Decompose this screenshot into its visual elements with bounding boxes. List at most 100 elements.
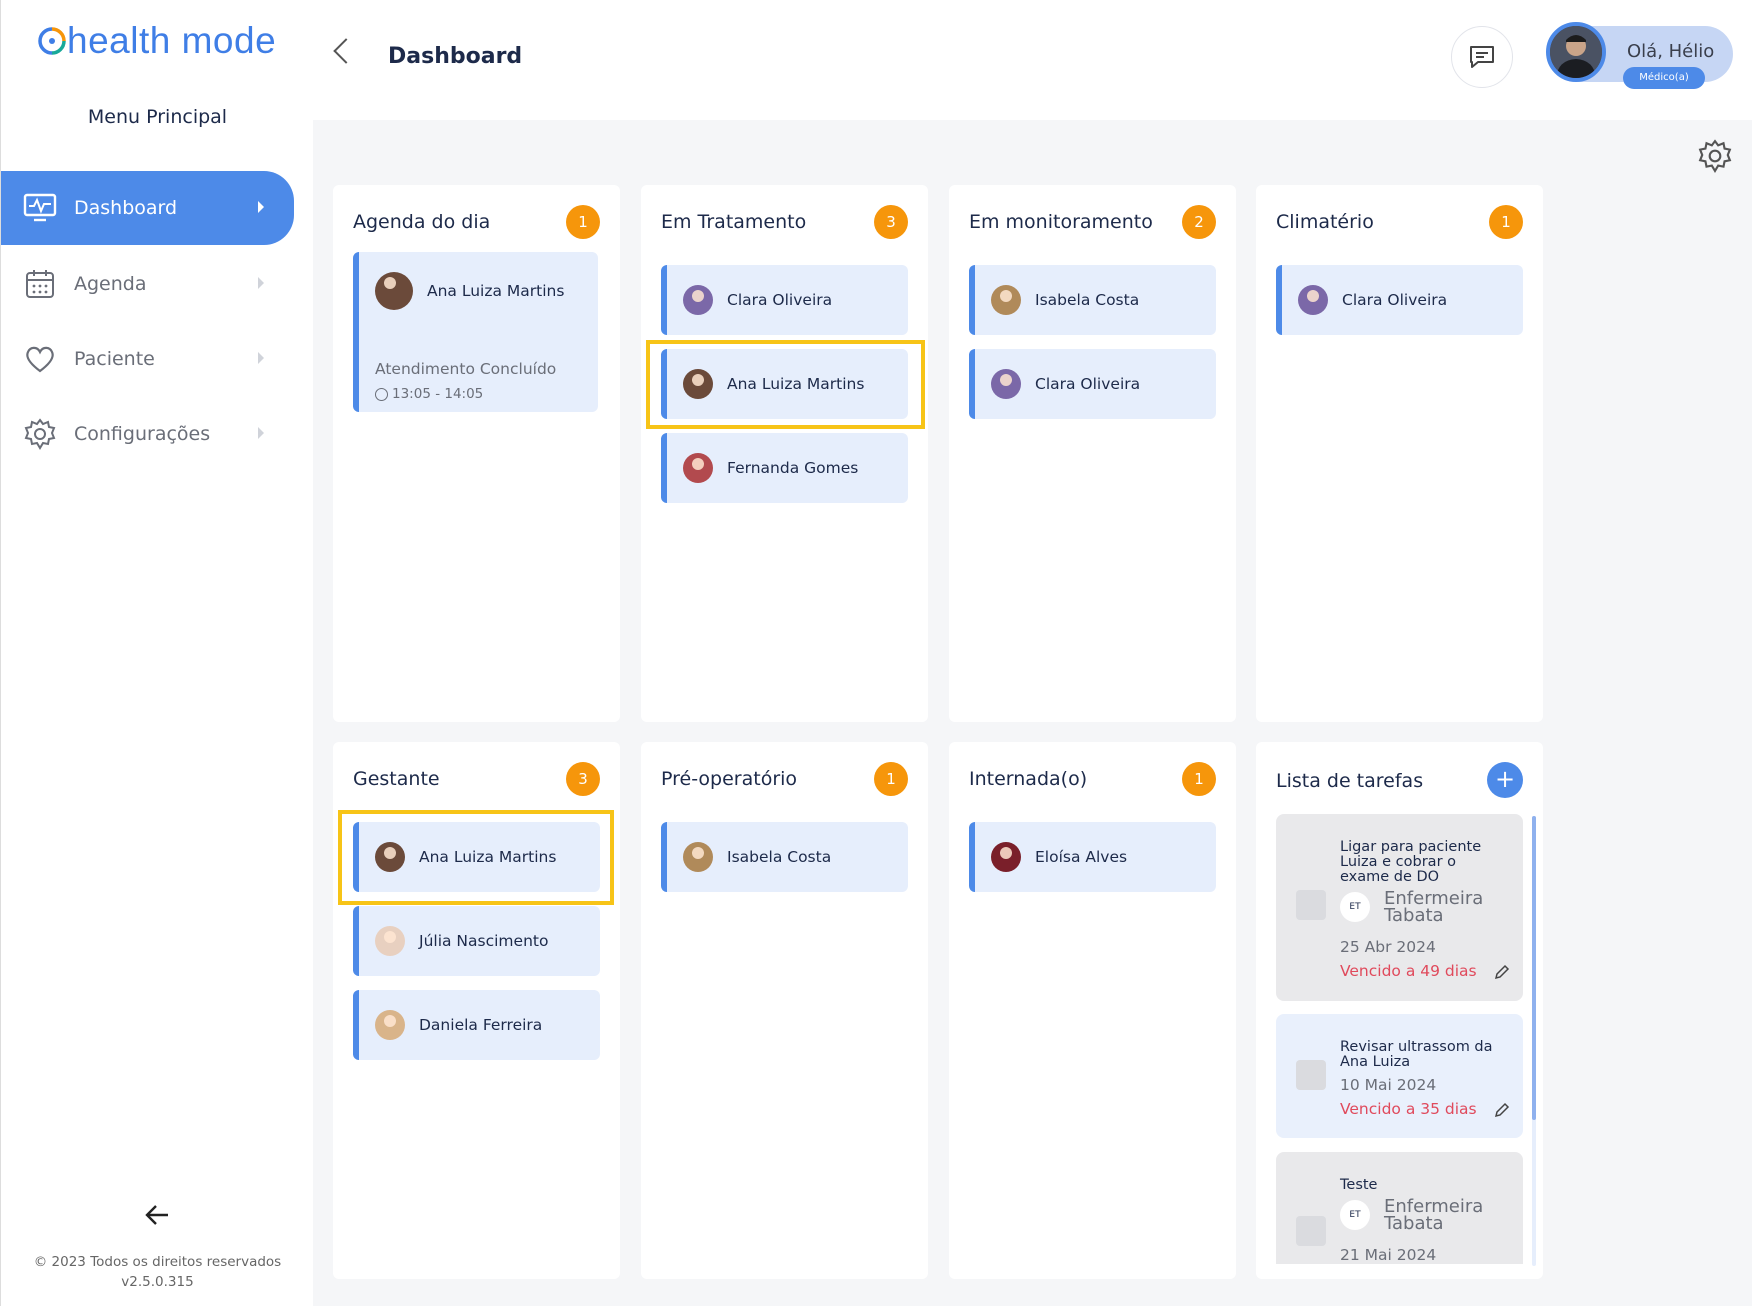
assignee-name: Enfermeira Tabata bbox=[1384, 1196, 1484, 1234]
board-title: Internada(o) bbox=[969, 768, 1088, 790]
logo-mark-icon bbox=[38, 27, 66, 55]
version-text: v2.5.0.315 bbox=[121, 1274, 194, 1290]
board-climaterio: Climatério 1 Clara Oliveira bbox=[1256, 185, 1543, 722]
highlight-box bbox=[338, 810, 614, 905]
chevron-right-icon bbox=[258, 201, 264, 213]
chat-button[interactable] bbox=[1451, 26, 1513, 88]
patient-card[interactable]: Clara Oliveira bbox=[661, 265, 908, 335]
edit-icon[interactable] bbox=[1494, 1102, 1510, 1118]
task-date: 21 Mai 2024 bbox=[1340, 1246, 1437, 1264]
sidebar-item-configuracoes[interactable]: Configurações bbox=[1, 397, 294, 471]
patient-card[interactable]: Fernanda Gomes bbox=[661, 433, 908, 503]
avatar bbox=[991, 369, 1021, 399]
board-internada: Internada(o) 1 Eloísa Alves bbox=[949, 742, 1236, 1279]
count-badge: 1 bbox=[1182, 762, 1216, 796]
count-badge: 2 bbox=[1182, 205, 1216, 239]
patient-card[interactable]: Júlia Nascimento bbox=[353, 906, 600, 976]
board-title: Agenda do dia bbox=[353, 211, 491, 233]
patient-name: Ana Luiza Martins bbox=[427, 282, 565, 300]
highlight-box bbox=[646, 340, 925, 429]
patient-name: Eloísa Alves bbox=[1035, 848, 1128, 866]
task-list-scrollbar[interactable] bbox=[1532, 816, 1536, 1266]
back-icon[interactable] bbox=[333, 38, 359, 64]
monitor-icon bbox=[23, 191, 57, 225]
patient-name: Isabela Costa bbox=[1035, 291, 1140, 309]
task-title: Revisar ultrassom da Ana Luiza bbox=[1340, 1039, 1493, 1070]
task-title: Teste bbox=[1340, 1177, 1378, 1193]
logo-text: health mode bbox=[67, 20, 277, 61]
task-list[interactable]: Ligar para paciente Luiza e cobrar o exa… bbox=[1276, 814, 1528, 1264]
task-item[interactable]: Ligar para paciente Luiza e cobrar o exa… bbox=[1276, 814, 1523, 1001]
patient-card[interactable]: Daniela Ferreira bbox=[353, 990, 600, 1060]
appointment-card[interactable]: Ana Luiza Martins Atendimento Concluído … bbox=[353, 252, 598, 412]
count-badge: 3 bbox=[566, 762, 600, 796]
avatar bbox=[375, 272, 413, 310]
patient-name: Fernanda Gomes bbox=[727, 459, 859, 477]
task-title: Ligar para paciente Luiza e cobrar o exa… bbox=[1340, 839, 1482, 885]
task-date: 25 Abr 2024 bbox=[1340, 938, 1436, 956]
collapse-sidebar-icon[interactable] bbox=[144, 1200, 170, 1233]
patient-card[interactable]: Eloísa Alves bbox=[969, 822, 1216, 892]
board-agenda-do-dia: Agenda do dia 1 Ana Luiza Martins Atendi… bbox=[333, 185, 620, 722]
task-item[interactable]: Revisar ultrassom da Ana Luiza 10 Mai 20… bbox=[1276, 1014, 1523, 1138]
board-title: Em monitoramento bbox=[969, 211, 1153, 233]
patient-card[interactable]: Clara Oliveira bbox=[1276, 265, 1523, 335]
task-item[interactable]: Teste ET Enfermeira Tabata 21 Mai 2024 bbox=[1276, 1152, 1523, 1264]
count-badge: 1 bbox=[566, 205, 600, 239]
patient-card[interactable]: Isabela Costa bbox=[661, 822, 908, 892]
board-lista-de-tarefas: Lista de tarefas + Ligar para paciente L… bbox=[1256, 742, 1543, 1279]
count-badge: 1 bbox=[1489, 205, 1523, 239]
add-task-button[interactable]: + bbox=[1487, 762, 1523, 798]
page-title: Dashboard bbox=[388, 44, 523, 69]
gear-icon bbox=[23, 417, 57, 451]
sidebar-item-paciente[interactable]: Paciente bbox=[1, 322, 294, 396]
task-checkbox[interactable] bbox=[1296, 1060, 1326, 1090]
avatar bbox=[991, 285, 1021, 315]
avatar bbox=[375, 926, 405, 956]
avatar bbox=[683, 842, 713, 872]
sidebar-item-label: Agenda bbox=[74, 273, 147, 295]
task-checkbox[interactable] bbox=[1296, 1216, 1326, 1246]
assignee-name: Enfermeira Tabata bbox=[1384, 888, 1484, 926]
sidebar: health mode Menu Principal Dashboard Age… bbox=[0, 0, 313, 1306]
sidebar-item-label: Configurações bbox=[74, 423, 211, 445]
logo: health mode bbox=[37, 20, 276, 62]
menu-title: Menu Principal bbox=[87, 106, 228, 128]
avatar bbox=[1298, 285, 1328, 315]
board-title: Em Tratamento bbox=[661, 211, 807, 233]
avatar bbox=[375, 1010, 405, 1040]
board-em-tratamento: Em Tratamento 3 Clara Oliveira Ana Luiza… bbox=[641, 185, 928, 722]
board-title: Pré-operatório bbox=[661, 768, 798, 790]
task-overdue: Vencido a 35 dias bbox=[1340, 1100, 1477, 1118]
avatar bbox=[991, 842, 1021, 872]
sidebar-item-agenda[interactable]: Agenda bbox=[1, 247, 294, 321]
appointment-status: Atendimento Concluído bbox=[375, 360, 557, 378]
copyright-text: © 2023 Todos os direitos reservados bbox=[33, 1254, 282, 1270]
avatar[interactable] bbox=[1546, 22, 1606, 82]
board-title: Gestante bbox=[353, 768, 440, 790]
dashboard-settings-icon[interactable] bbox=[1698, 139, 1732, 173]
edit-icon[interactable] bbox=[1494, 964, 1510, 980]
task-checkbox[interactable] bbox=[1296, 890, 1326, 920]
assignee-initials: ET bbox=[1340, 892, 1370, 922]
avatar bbox=[683, 285, 713, 315]
task-assignee: ET Enfermeira Tabata bbox=[1340, 1196, 1494, 1234]
scrollbar-thumb[interactable] bbox=[1532, 816, 1536, 1120]
task-overdue: Vencido a 49 dias bbox=[1340, 962, 1477, 980]
clock-icon bbox=[375, 387, 388, 401]
patient-name: Clara Oliveira bbox=[1035, 375, 1141, 393]
chat-icon bbox=[1470, 46, 1494, 68]
sidebar-item-dashboard[interactable]: Dashboard bbox=[1, 171, 294, 245]
footer: © 2023 Todos os direitos reservados v2.5… bbox=[1, 1252, 314, 1292]
user-role-badge: Médico(a) bbox=[1623, 67, 1705, 89]
patient-card[interactable]: Clara Oliveira bbox=[969, 349, 1216, 419]
patient-name: Isabela Costa bbox=[727, 848, 832, 866]
calendar-icon bbox=[23, 267, 57, 301]
patient-name: Clara Oliveira bbox=[727, 291, 833, 309]
header: Dashboard Olá, Hélio Médico(a) bbox=[313, 0, 1752, 120]
appointment-time: 13:05 - 14:05 bbox=[375, 386, 483, 402]
patient-card[interactable]: Isabela Costa bbox=[969, 265, 1216, 335]
sidebar-item-label: Dashboard bbox=[74, 197, 178, 219]
sidebar-item-label: Paciente bbox=[74, 348, 155, 370]
chevron-right-icon bbox=[258, 352, 264, 364]
